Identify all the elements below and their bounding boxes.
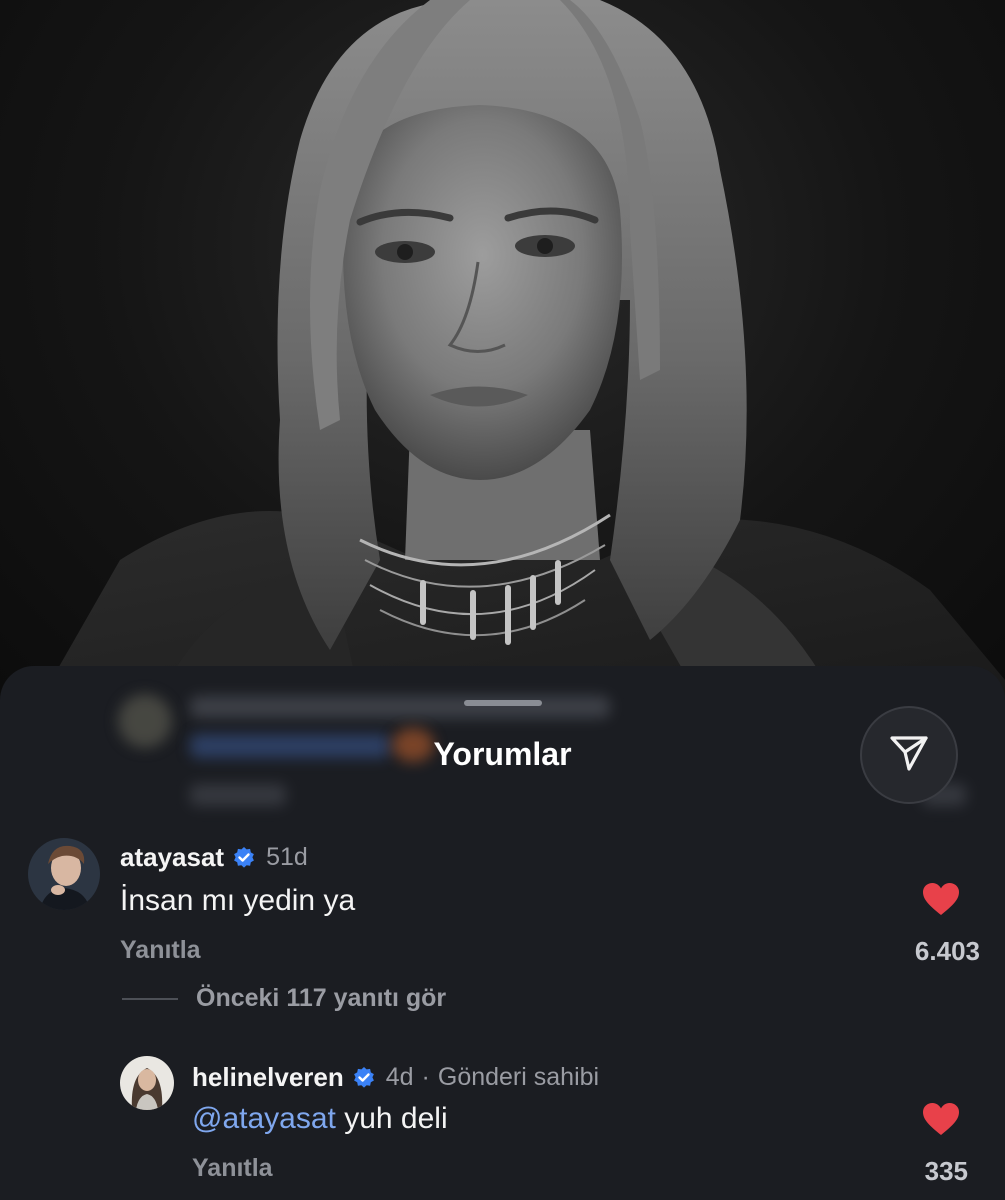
mention-link[interactable]: @atayasat bbox=[192, 1102, 336, 1135]
like-heart-icon[interactable] bbox=[922, 1102, 960, 1141]
verified-badge-icon bbox=[352, 1066, 376, 1090]
send-icon bbox=[887, 731, 931, 780]
reply-username[interactable]: helinelveren bbox=[192, 1062, 344, 1093]
view-replies-label: Önceki 117 yanıtı gör bbox=[196, 984, 447, 1012]
post-photo bbox=[0, 0, 1005, 700]
comment-time: 51d bbox=[266, 843, 308, 871]
comments-sheet: Yorumlar atayasat 51d İnsan mı yedin ya … bbox=[0, 666, 1005, 1200]
like-count: 335 bbox=[924, 1156, 968, 1186]
view-previous-replies-button[interactable]: Önceki 117 yanıtı gör bbox=[122, 984, 446, 1013]
avatar[interactable] bbox=[28, 838, 100, 910]
replies-divider bbox=[122, 997, 178, 1000]
comment-username[interactable]: atayasat bbox=[120, 842, 224, 873]
sheet-grabber-handle[interactable] bbox=[464, 700, 542, 706]
post-owner-label: Gönderi sahibi bbox=[437, 1063, 600, 1091]
reply-text: @atayasat yuh deli bbox=[192, 1102, 448, 1136]
blurred-username bbox=[190, 696, 610, 718]
reply-button[interactable]: Yanıtla bbox=[120, 936, 201, 965]
like-count: 6.403 bbox=[914, 936, 980, 966]
comment-text: İnsan mı yedin ya bbox=[120, 884, 356, 917]
sheet-title: Yorumlar bbox=[433, 736, 572, 772]
reply-button[interactable]: Yanıtla bbox=[192, 1154, 273, 1183]
like-heart-icon[interactable] bbox=[922, 882, 960, 921]
send-button[interactable] bbox=[860, 706, 958, 804]
verified-badge-icon bbox=[232, 846, 256, 870]
meta-separator: · bbox=[421, 1063, 430, 1091]
reply-time: 4d bbox=[385, 1063, 414, 1091]
reply-body: yuh deli bbox=[335, 1102, 448, 1135]
blurred-reply-link bbox=[190, 784, 286, 806]
avatar[interactable] bbox=[120, 1056, 174, 1110]
